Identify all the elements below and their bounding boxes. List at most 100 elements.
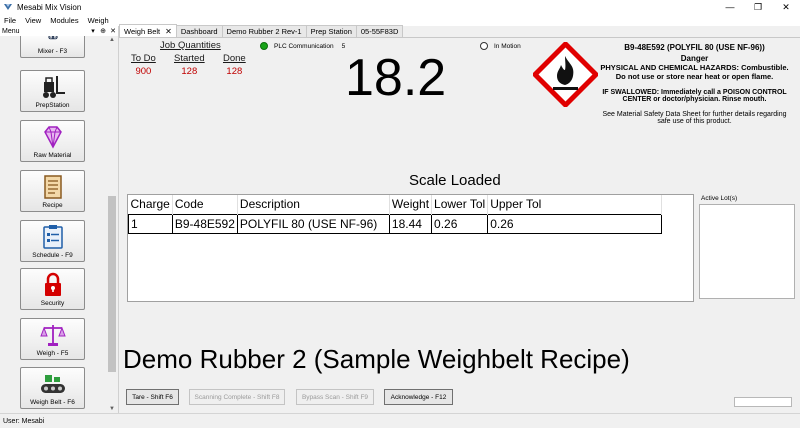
plc-label: PLC Communication [274,42,334,50]
menu-view[interactable]: View [25,16,41,25]
scanning-complete-button[interactable]: Scanning Complete - Shift F8 [189,389,285,405]
msds-hazards-line2: Do not use or store near heat or open fl… [615,72,774,81]
scrollbar-thumb[interactable] [108,196,116,372]
col-upper-tol[interactable]: Upper Tol [487,195,663,214]
active-lots-list[interactable] [699,204,795,299]
scroll-up-icon[interactable]: ▲ [106,37,118,43]
clipboard-list-icon [42,225,63,249]
window-title: Mesabi Mix Vision [17,2,82,12]
prepstation-button-label: PrepStation [35,102,70,109]
status-user: User: Mesabi [3,417,45,425]
tab-lot[interactable]: 05-55F83D [355,25,404,37]
menu-panel-title: Menu [2,27,20,35]
col-code[interactable]: Code [172,195,238,214]
acknowledge-button[interactable]: Acknowledge - F12 [384,389,453,405]
panel-dropdown-icon[interactable]: ▾ [88,27,98,35]
todo-value: 900 [135,66,152,77]
grid-header-row: Charge Code Description Weight Lower Tol… [128,195,663,214]
tab-label: Dashboard [180,27,218,36]
charge-grid[interactable]: Charge Code Description Weight Lower Tol… [127,194,694,302]
minimize-button[interactable]: — [716,0,744,14]
tab-prep-station[interactable]: Prep Station [305,25,357,37]
security-button[interactable]: Security [20,268,85,310]
tare-button[interactable]: Tare - Shift F6 [126,389,179,405]
todo-label: To Do [131,53,156,64]
done-value: 128 [226,66,243,77]
panel-close-icon[interactable]: ✕ [108,27,118,35]
input-box[interactable] [734,397,792,407]
mixer-button[interactable]: Mixer - F3 [20,36,85,58]
cell-charge[interactable]: 1 [128,213,173,234]
recipe-button[interactable]: Recipe [20,170,85,212]
tab-demo-rubber[interactable]: Demo Rubber 2 Rev-1 [221,25,307,37]
plc-communication-indicator: PLC Communication 5 [260,42,345,50]
msds-signal-word: Danger [680,54,709,63]
weigh-belt-view: Job Quantities To Do 900 Started 128 Don… [119,38,800,413]
cell-description[interactable]: POLYFIL 80 (USE NF-96) [237,213,390,234]
mixer-button-label: Mixer - F3 [37,48,68,55]
msds-hazards-line1: PHYSICAL AND CHEMICAL HAZARDS: Combustib… [600,63,789,72]
cell-weight[interactable]: 18.44 [389,213,433,234]
document-tabs: Weigh Belt ✕ Dashboard Demo Rubber 2 Rev… [119,24,800,38]
panel-pin-icon[interactable]: ⊕ [98,27,108,35]
padlock-icon [44,272,61,296]
msds-swallowed-line2: CENTER or doctor/physician. Rinse mouth. [622,96,767,103]
weight-readout: 18.2 [345,49,447,107]
bypass-scan-button[interactable]: Bypass Scan - Shift F9 [296,389,374,405]
balance-scale-icon [39,325,66,346]
tab-dashboard[interactable]: Dashboard [175,25,223,37]
security-button-label: Security [40,300,65,307]
msds-swallowed-line1: IF SWALLOWED: Immediately call a POISON … [602,89,787,96]
tab-weigh-belt[interactable]: Weigh Belt ✕ [119,24,177,37]
close-window-button[interactable]: ✕ [772,0,800,14]
col-description[interactable]: Description [237,195,390,214]
menu-panel: Menu ▾ ⊕ ✕ Mixer - F3 PrepStation Raw Ma… [0,26,119,413]
msds-material: B9-48E592 (POLYFIL 80 (USE NF-96)) [624,43,765,52]
cell-upper-tol[interactable]: 0.26 [487,213,663,234]
scale-status: Scale Loaded [409,172,501,189]
title-bar: Mesabi Mix Vision — ❐ ✕ [0,0,800,14]
menu-panel-header: Menu ▾ ⊕ ✕ [0,26,118,36]
recipe-button-label: Recipe [42,202,63,209]
weigh-button[interactable]: Weigh - F5 [20,318,85,360]
schedule-button[interactable]: Schedule - F9 [20,220,85,262]
msds-panel: B9-48E592 (POLYFIL 80 (USE NF-96)) Dange… [589,43,800,125]
col-charge[interactable]: Charge [128,195,173,214]
col-weight[interactable]: Weight [389,195,433,214]
menu-scrollbar[interactable]: ▲ ▼ [106,36,118,413]
in-motion-indicator: In Motion [480,42,521,50]
scroll-down-icon[interactable]: ▼ [106,406,118,412]
tab-label: Weigh Belt [124,26,161,36]
restore-button[interactable]: ❐ [744,0,772,14]
started-label: Started [174,53,205,64]
schedule-button-label: Schedule - F9 [32,252,73,259]
col-lower-tol[interactable]: Lower Tol [431,195,489,214]
motion-label: In Motion [494,42,521,50]
done-quantity: Done 128 [223,53,246,77]
weigh-button-label: Weigh - F5 [36,350,69,357]
menu-modules[interactable]: Modules [50,16,78,25]
menu-weigh[interactable]: Weigh [88,16,109,25]
tab-close-icon[interactable]: ✕ [165,26,172,37]
weigh-belt-button[interactable]: Weigh Belt - F6 [20,367,85,409]
raw-material-button-label: Raw Material [33,152,72,159]
msds-note-line1: See Material Safety Data Sheet for furth… [602,111,787,118]
started-value: 128 [181,66,198,77]
table-row[interactable]: 1 B9-48E592 POLYFIL 80 (USE NF-96) 18.44… [128,213,663,234]
document-icon [43,175,62,199]
prepstation-button[interactable]: PrepStation [20,70,85,112]
diamond-icon [43,126,62,149]
active-lots-label: Active Lot(s) [701,195,738,202]
job-quantities-title: Job Quantities [160,40,221,51]
raw-material-button[interactable]: Raw Material [20,120,85,162]
status-bar: User: Mesabi [0,413,800,428]
forklift-icon [42,76,65,98]
recipe-name: Demo Rubber 2 (Sample Weighbelt Recipe) [123,344,630,374]
menu-file[interactable]: File [4,16,16,25]
cell-lower-tol[interactable]: 0.26 [431,213,489,234]
app-logo-icon [4,4,12,10]
done-label: Done [223,53,246,64]
tab-label: Prep Station [310,27,352,36]
cell-code[interactable]: B9-48E592 [172,213,238,234]
started-quantity: Started 128 [174,53,205,77]
